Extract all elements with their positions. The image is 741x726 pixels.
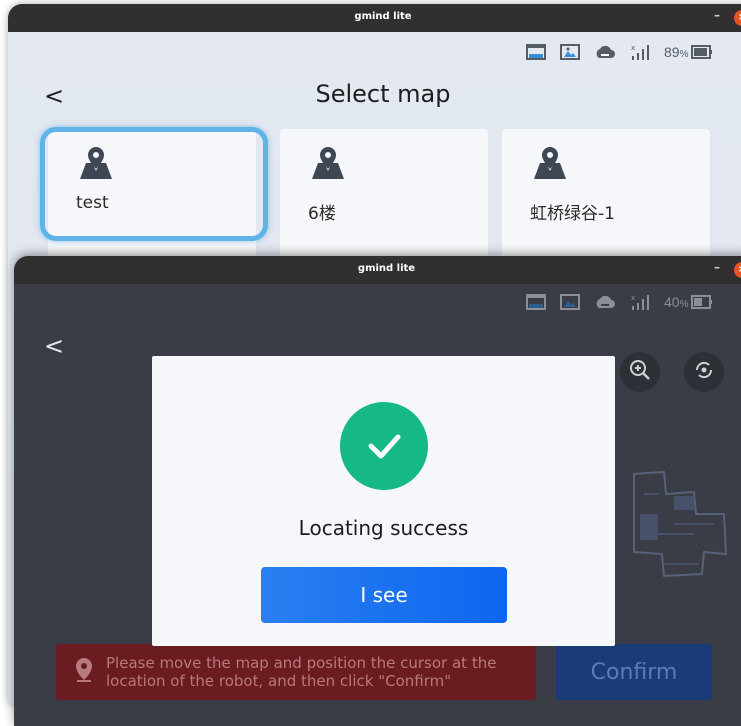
recenter-button[interactable]	[684, 352, 724, 392]
battery-icon	[691, 45, 713, 59]
i-see-button[interactable]: I see	[261, 567, 507, 623]
cloud-icon	[594, 294, 616, 310]
back-button[interactable]: <	[44, 332, 64, 360]
map-scan-image	[633, 470, 728, 578]
svg-text:x: x	[631, 294, 635, 302]
cloud-icon	[594, 44, 616, 60]
status-bar: x 40%	[526, 292, 713, 312]
hint-banner: Please move the map and position the cur…	[56, 644, 536, 700]
close-button[interactable]: ×	[734, 10, 741, 26]
page-title: Select map	[315, 80, 451, 108]
map-pin-icon	[530, 145, 570, 185]
screen-icon	[526, 43, 546, 61]
hint-text: Please move the map and position the cur…	[106, 654, 497, 690]
window-title: gmind lite	[357, 263, 416, 274]
locating-success-dialog: Locating success I see	[152, 356, 615, 646]
minimize-button[interactable]: –	[714, 8, 720, 22]
window-titlebar[interactable]: gmind lite – ×	[14, 256, 741, 284]
locate-screen: x 40% < Please move the map and position…	[14, 284, 741, 726]
battery-status: 89%	[664, 44, 713, 60]
dialog-message: Locating success	[298, 516, 469, 540]
signal-icon: x	[630, 43, 650, 61]
image-icon	[560, 293, 580, 311]
window-titlebar[interactable]: gmind lite – ×	[8, 4, 741, 32]
screen-icon	[526, 293, 546, 311]
map-name: 6楼	[308, 204, 336, 224]
locate-robot-window: gmind lite – × x 40% <	[14, 256, 741, 726]
status-bar: x 89%	[526, 42, 713, 62]
selection-highlight	[40, 127, 268, 241]
recenter-icon	[693, 359, 715, 385]
map-pin-icon	[308, 145, 348, 185]
success-check-icon	[340, 402, 428, 490]
battery-percent: 40	[664, 294, 680, 310]
window-title: gmind lite	[354, 11, 412, 22]
minimize-button[interactable]: –	[714, 260, 720, 274]
svg-text:x: x	[631, 44, 635, 52]
confirm-button[interactable]: Confirm	[556, 644, 712, 700]
map-canvas[interactable]	[604, 434, 741, 598]
map-name: 虹桥绿谷-1	[530, 204, 615, 224]
image-icon	[560, 43, 580, 61]
close-button[interactable]: ×	[734, 262, 741, 278]
zoom-in-button[interactable]	[620, 352, 660, 392]
battery-icon	[691, 295, 713, 309]
signal-icon: x	[630, 293, 650, 311]
location-pin-icon	[74, 657, 94, 687]
battery-percent: 89	[664, 44, 680, 60]
battery-status: 40%	[664, 294, 713, 310]
zoom-in-icon	[629, 359, 651, 385]
